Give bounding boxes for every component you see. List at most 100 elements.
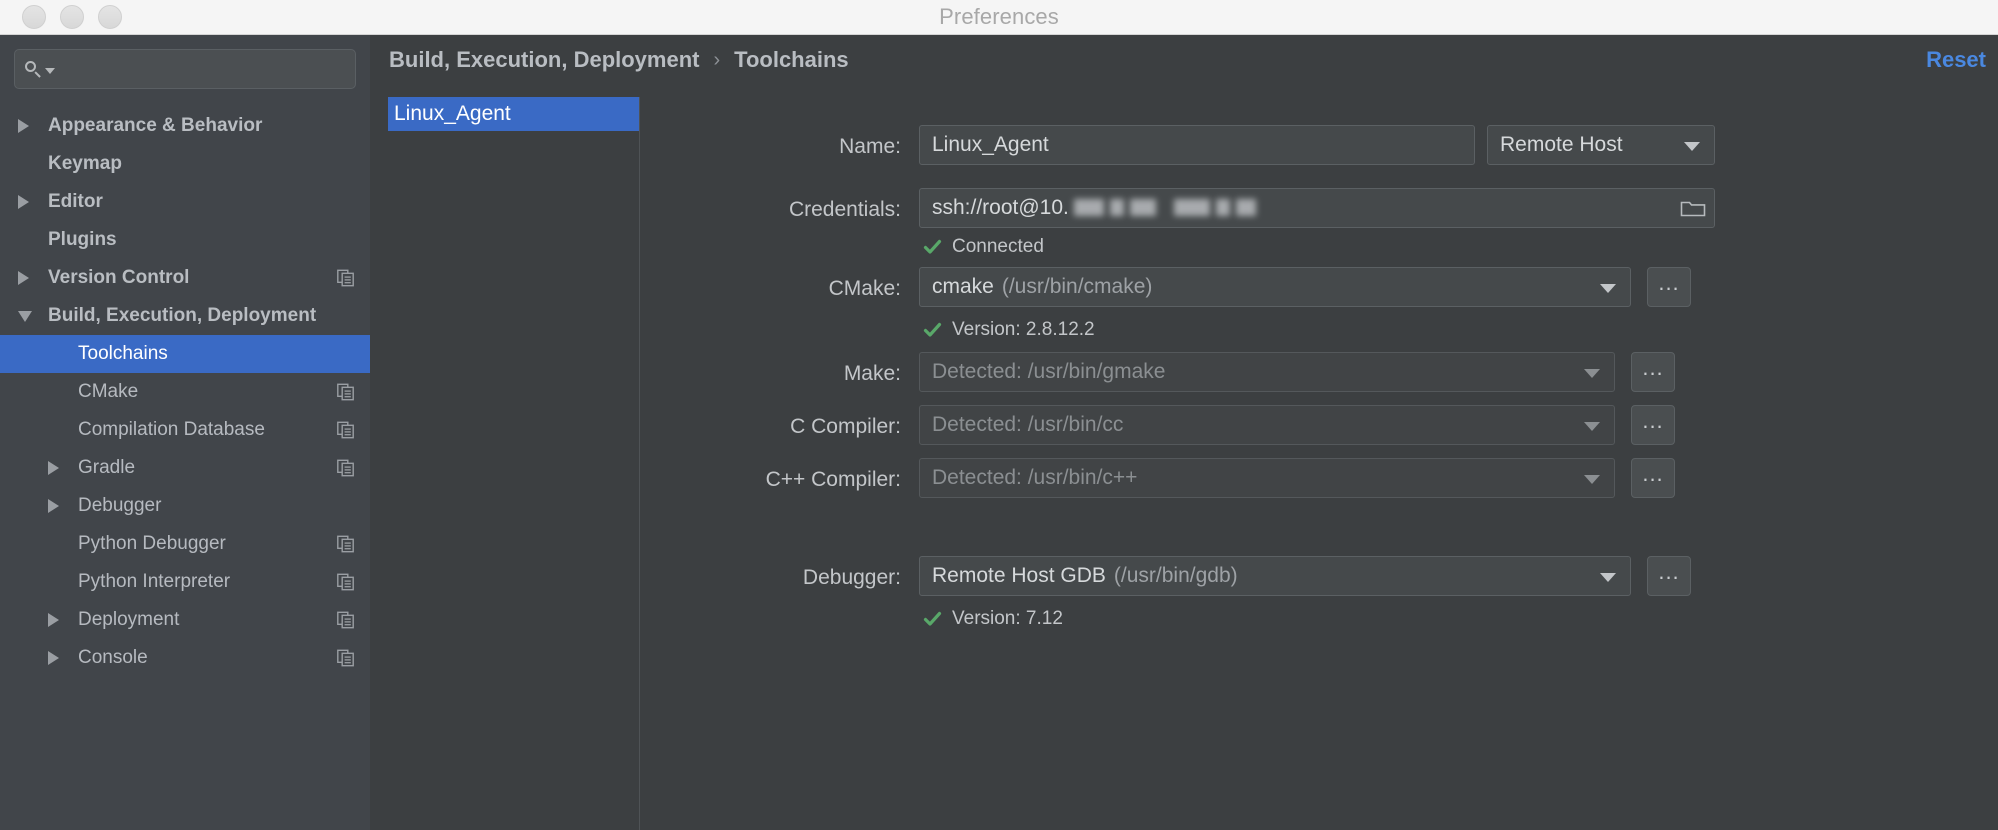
toolchain-list-item[interactable]: Linux_Agent	[388, 97, 639, 131]
sidebar-item-debugger[interactable]: Debugger	[0, 487, 370, 525]
sidebar-item-label: Version Control	[48, 267, 189, 289]
chevron-right-icon[interactable]	[48, 499, 59, 513]
debugger-value-path: (/usr/bin/gdb)	[1114, 564, 1238, 588]
browse-folder-icon[interactable]	[1674, 194, 1712, 222]
window-titlebar: Preferences	[0, 0, 1998, 35]
sidebar-item-build-execution-deployment[interactable]: Build, Execution, Deployment	[0, 297, 370, 335]
window-title: Preferences	[939, 4, 1059, 30]
tree-arrow-slot[interactable]	[18, 195, 48, 209]
copy-icon[interactable]	[337, 422, 354, 439]
tree-arrow-slot[interactable]	[18, 311, 48, 322]
sidebar-item-appearance-behavior[interactable]: Appearance & Behavior	[0, 107, 370, 145]
tree-arrow-slot[interactable]	[48, 499, 78, 513]
sidebar-item-python-interpreter[interactable]: Python Interpreter	[0, 563, 370, 601]
chevron-down-icon[interactable]	[45, 68, 55, 74]
sidebar-item-gradle[interactable]: Gradle	[0, 449, 370, 487]
cpp-compiler-label: C++ Compiler:	[639, 468, 901, 492]
credentials-label: Credentials:	[639, 198, 901, 222]
sidebar-item-label: Console	[78, 647, 148, 669]
window-controls[interactable]	[22, 0, 122, 34]
chevron-right-icon[interactable]	[48, 461, 59, 475]
c-compiler-label: C Compiler:	[639, 415, 901, 439]
close-button-icon[interactable]	[22, 5, 46, 29]
copy-icon[interactable]	[337, 460, 354, 477]
search-icon[interactable]	[25, 61, 55, 78]
make-value: Detected: /usr/bin/gmake	[932, 360, 1165, 384]
copy-icon[interactable]	[337, 574, 354, 591]
cmake-browse-button[interactable]: ...	[1647, 267, 1691, 307]
name-label: Name:	[639, 135, 901, 159]
name-input[interactable]: Linux_Agent	[919, 125, 1475, 165]
c-compiler-dropdown[interactable]: Detected: /usr/bin/cc	[919, 405, 1615, 445]
cpp-compiler-value: Detected: /usr/bin/c++	[932, 466, 1137, 490]
sidebar-item-label: Python Interpreter	[78, 571, 230, 593]
copy-icon[interactable]	[337, 384, 354, 401]
chevron-right-icon[interactable]	[18, 119, 29, 133]
breadcrumb-separator-icon: ›	[713, 49, 720, 72]
sidebar-item-console[interactable]: Console	[0, 639, 370, 677]
reset-link[interactable]: Reset	[1926, 47, 1986, 73]
sidebar-item-label: Compilation Database	[78, 419, 265, 441]
c-compiler-browse-button[interactable]: ...	[1631, 405, 1675, 445]
chevron-right-icon[interactable]	[18, 195, 29, 209]
search-input[interactable]	[63, 59, 345, 79]
chevron-down-icon	[1584, 422, 1600, 431]
chevron-down-icon[interactable]	[18, 311, 32, 322]
credentials-status: Connected	[923, 236, 1044, 258]
tree-arrow-slot[interactable]	[48, 651, 78, 665]
credentials-value-prefix: ssh://root@10.	[932, 196, 1069, 220]
copy-icon[interactable]	[337, 270, 354, 287]
sidebar-item-compilation-database[interactable]: Compilation Database	[0, 411, 370, 449]
settings-main-panel: Build, Execution, Deployment › Toolchain…	[371, 35, 1998, 830]
sidebar-item-label: Toolchains	[78, 343, 168, 365]
sidebar-item-label: Editor	[48, 191, 103, 213]
tree-arrow-slot[interactable]	[18, 271, 48, 285]
credentials-input[interactable]: ssh://root@10.	[919, 188, 1715, 228]
debugger-browse-button[interactable]: ...	[1647, 556, 1691, 596]
chevron-down-icon	[1600, 284, 1616, 293]
sidebar-item-python-debugger[interactable]: Python Debugger	[0, 525, 370, 563]
breadcrumb-parent[interactable]: Build, Execution, Deployment	[389, 47, 699, 73]
credentials-redacted-value	[1070, 197, 1320, 219]
cmake-value-path: (/usr/bin/cmake)	[1002, 275, 1153, 299]
minimize-button-icon[interactable]	[60, 5, 84, 29]
toolchain-type-dropdown[interactable]: Remote Host	[1487, 125, 1715, 165]
chevron-down-icon	[1584, 369, 1600, 378]
make-label: Make:	[639, 362, 901, 386]
search-container	[0, 35, 370, 89]
search-box[interactable]	[14, 49, 356, 89]
sidebar-item-label: Plugins	[48, 229, 117, 251]
sidebar-item-editor[interactable]: Editor	[0, 183, 370, 221]
debugger-label: Debugger:	[639, 566, 901, 590]
tree-arrow-slot[interactable]	[48, 613, 78, 627]
sidebar-item-plugins[interactable]: Plugins	[0, 221, 370, 259]
sidebar-item-label: Build, Execution, Deployment	[48, 305, 316, 327]
sidebar-item-toolchains[interactable]: Toolchains	[0, 335, 370, 373]
tree-arrow-slot[interactable]	[48, 461, 78, 475]
chevron-right-icon[interactable]	[18, 271, 29, 285]
sidebar-item-label: Keymap	[48, 153, 122, 175]
make-dropdown[interactable]: Detected: /usr/bin/gmake	[919, 352, 1615, 392]
sidebar-item-deployment[interactable]: Deployment	[0, 601, 370, 639]
sidebar-item-cmake[interactable]: CMake	[0, 373, 370, 411]
debugger-dropdown[interactable]: Remote Host GDB (/usr/bin/gdb)	[919, 556, 1631, 596]
cpp-compiler-browse-button[interactable]: ...	[1631, 458, 1675, 498]
chevron-right-icon[interactable]	[48, 651, 59, 665]
toolchain-list: Linux_Agent	[388, 97, 640, 830]
sidebar-item-version-control[interactable]: Version Control	[0, 259, 370, 297]
sidebar-item-keymap[interactable]: Keymap	[0, 145, 370, 183]
copy-icon[interactable]	[337, 612, 354, 629]
make-browse-button[interactable]: ...	[1631, 352, 1675, 392]
cmake-status: Version: 2.8.12.2	[923, 319, 1095, 341]
zoom-button-icon[interactable]	[98, 5, 122, 29]
cpp-compiler-dropdown[interactable]: Detected: /usr/bin/c++	[919, 458, 1615, 498]
cmake-dropdown[interactable]: cmake (/usr/bin/cmake)	[919, 267, 1631, 307]
c-compiler-value: Detected: /usr/bin/cc	[932, 413, 1123, 437]
copy-icon[interactable]	[337, 536, 354, 553]
sidebar-item-label: CMake	[78, 381, 138, 403]
tree-arrow-slot[interactable]	[18, 119, 48, 133]
copy-icon[interactable]	[337, 650, 354, 667]
chevron-right-icon[interactable]	[48, 613, 59, 627]
sidebar-item-label: Python Debugger	[78, 533, 226, 555]
toolchain-type-value: Remote Host	[1500, 133, 1623, 157]
